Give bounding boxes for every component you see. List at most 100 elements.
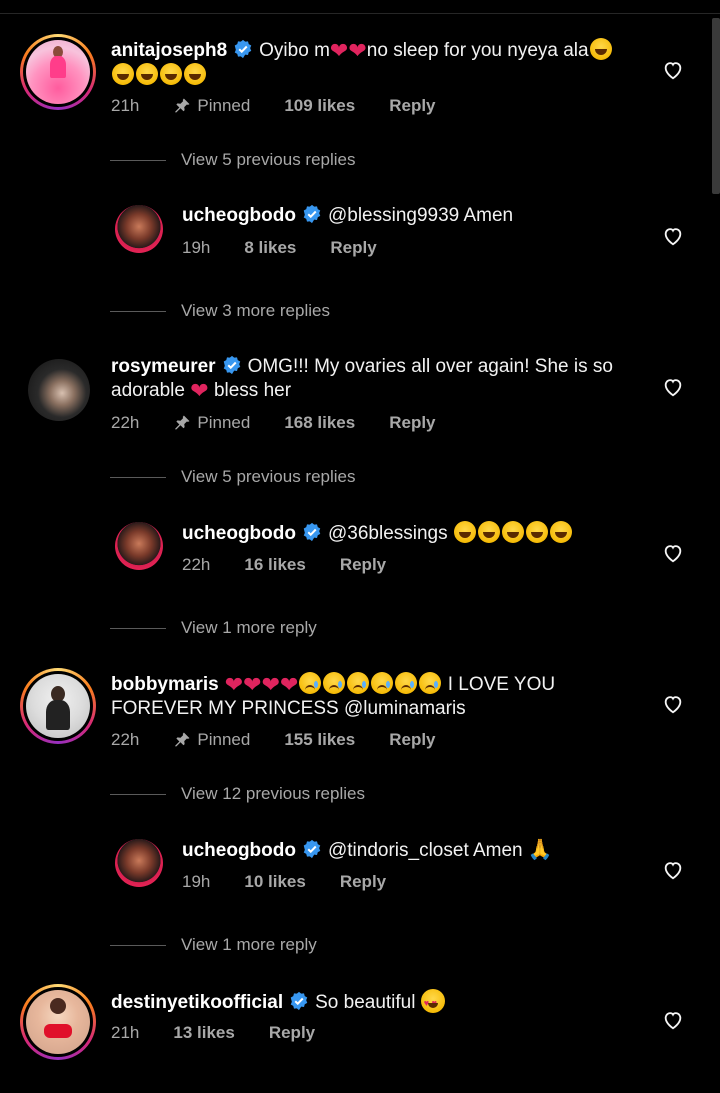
comment-text: rosymeurer OMG!!! My ovaries all over aga… [111,355,613,403]
timestamp: 21h [111,1023,140,1042]
comment-body: OMG!!! My ovaries all over again! She is… [247,356,613,377]
reply-button[interactable]: Reply [389,413,435,433]
like-heart-icon[interactable] [662,542,684,564]
comment-body: Oyibo m [259,40,330,61]
likes-count[interactable]: 109 likes [284,96,355,116]
reply-button[interactable]: Reply [389,730,435,750]
timestamp: 19h [182,238,211,257]
comment-body: @36blessings [327,523,448,544]
comment-body-cont: no sleep for you nyeya ala [366,40,589,61]
view-replies-button[interactable]: View 1 more reply [110,618,317,638]
username[interactable]: destinyetikoofficial [111,992,283,1013]
red-heart-emoji-icon: ❤ [329,38,349,63]
verified-badge-icon [223,355,240,375]
red-heart-emoji-icon: ❤ [348,38,367,63]
username[interactable]: ucheogbodo [182,205,296,226]
comment-meta: 19h 8 likes Reply [182,238,411,258]
username[interactable]: ucheogbodo [182,523,296,544]
view-replies-button[interactable]: View 3 more replies [110,301,330,321]
laughing-emoji-icon [549,521,572,543]
divider-line [110,159,166,161]
crying-emoji-icon [419,672,442,694]
avatar [26,674,90,738]
likes-count[interactable]: 155 likes [284,730,355,750]
avatar [26,40,90,104]
divider-line [110,793,166,795]
like-heart-icon[interactable] [662,1009,684,1031]
view-replies-button[interactable]: View 5 previous replies [110,467,356,487]
avatar-story-ring[interactable] [20,34,96,110]
comment-text: bobbymaris ❤❤❤❤ I LOVE YOU FOREVER MY PRI… [111,672,556,719]
like-heart-icon[interactable] [662,376,684,398]
reply-button[interactable]: Reply [340,555,386,575]
likes-count[interactable]: 168 likes [284,413,355,433]
laughing-emoji-icon [525,521,548,543]
crying-emoji-icon [371,672,394,694]
username[interactable]: rosymeurer [111,356,216,377]
timestamp: 22h [111,730,140,749]
reply-button[interactable]: Reply [340,872,386,892]
divider-line [110,310,166,312]
reply-button[interactable]: Reply [389,96,435,116]
red-heart-emoji-icon: ❤ [190,378,209,403]
pin-icon [175,98,190,113]
view-replies-button[interactable]: View 5 previous replies [110,150,356,170]
like-heart-icon[interactable] [662,225,684,247]
avatar[interactable] [115,205,163,253]
verified-badge-icon [303,839,321,859]
likes-count[interactable]: 13 likes [173,1023,234,1043]
laughing-emoji-icon [160,63,182,85]
comment-body: @tindoris_closet Amen [327,840,523,861]
laughing-emoji-icon [184,63,206,85]
avatar-story-ring[interactable] [20,668,96,744]
username[interactable]: anitajoseph8 [111,40,227,61]
verified-badge-icon [303,522,321,542]
reply-button[interactable]: Reply [269,1023,315,1043]
avatar [26,990,90,1054]
comment-text: ucheogbodo @blessing9939 Amen [182,204,513,228]
likes-count[interactable]: 8 likes [244,238,296,258]
view-replies-button[interactable]: View 1 more reply [110,935,317,955]
like-heart-icon[interactable] [662,59,684,81]
crying-emoji-icon [323,672,346,694]
pin-icon [175,732,190,747]
avatar[interactable] [28,359,90,421]
comment-meta: 19h 10 likes Reply [182,872,420,892]
likes-count[interactable]: 16 likes [244,555,305,575]
laughing-emoji-icon [477,521,500,543]
heart-eyes-emoji-icon [420,989,445,1015]
timestamp: 21h [111,96,140,115]
red-heart-emoji-icon: ❤ [280,672,299,697]
comment-text: anitajoseph8 Oyibo m❤❤no sleep for you ny… [111,38,651,88]
scrollbar[interactable] [712,18,720,194]
like-heart-icon[interactable] [662,693,684,715]
divider-line [110,476,166,478]
reply-button[interactable]: Reply [330,238,376,258]
username[interactable]: ucheogbodo [182,840,296,861]
comment-meta: 22h 16 likes Reply [182,555,420,575]
crying-emoji-icon [347,672,370,694]
username[interactable]: bobbymaris [111,674,219,695]
red-heart-emoji-icon: ❤ [224,672,244,697]
comment-text: destinyetikoofficial So beautiful [111,989,445,1015]
crying-emoji-icon [299,672,322,694]
crying-emoji-icon [395,672,418,694]
timestamp: 22h [182,555,211,574]
pinned-label: Pinned [173,413,250,433]
avatar[interactable] [115,839,163,887]
verified-badge-icon [234,39,252,59]
comment-body: So beautiful [315,992,416,1013]
comment-body: @blessing9939 Amen [327,205,514,226]
view-replies-button[interactable]: View 12 previous replies [110,784,365,804]
laughing-emoji-icon [501,521,524,543]
avatar-story-ring[interactable] [20,984,96,1060]
verified-badge-icon [303,204,321,224]
red-heart-emoji-icon: ❤ [261,672,281,697]
likes-count[interactable]: 10 likes [244,872,305,892]
comment-meta: 22h Pinned 155 likes Reply [111,730,470,750]
divider-line [110,944,166,946]
avatar[interactable] [115,522,163,570]
like-heart-icon[interactable] [662,859,684,881]
timestamp: 19h [182,872,211,891]
timestamp: 22h [111,413,140,432]
